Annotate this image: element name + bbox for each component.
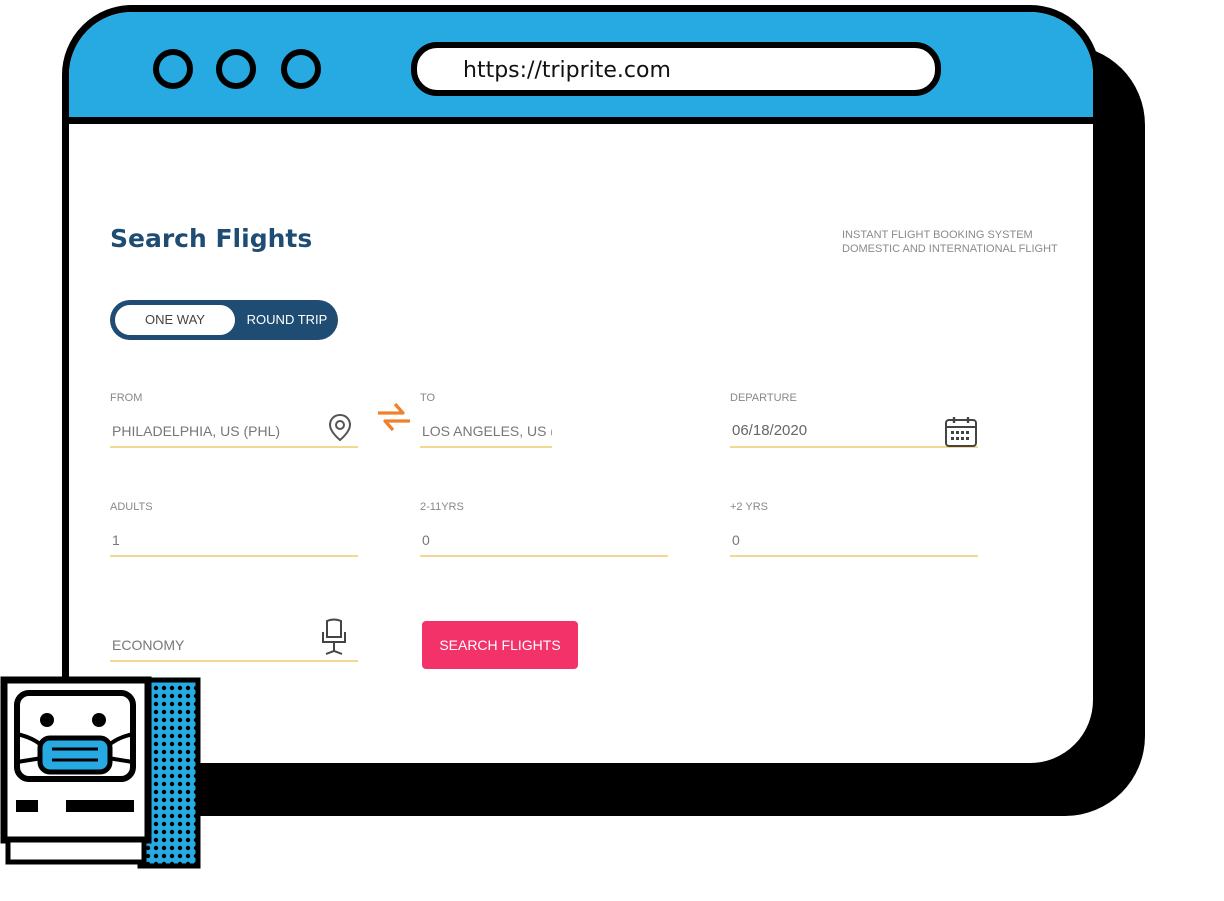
browser-titlebar: https://triprite.com — [69, 12, 1093, 124]
infants-label: +2 YRS — [730, 501, 769, 513]
address-bar-url: https://triprite.com — [463, 58, 671, 83]
departure-label: DEPARTURE — [730, 392, 797, 404]
departure-field[interactable]: 06/18/2020 — [730, 416, 978, 448]
masked-computer-mascot-icon — [0, 676, 201, 869]
children-field[interactable]: 0 — [420, 525, 668, 557]
trip-type-toggle: ONE WAY ROUND TRIP — [110, 300, 338, 340]
calendar-icon[interactable] — [944, 415, 978, 449]
page-title: Search Flights — [110, 224, 313, 253]
infants-value: 0 — [732, 532, 740, 548]
one-way-option[interactable]: ONE WAY — [115, 305, 235, 335]
window-control-maximize[interactable] — [281, 49, 321, 89]
to-value: LOS ANGELES, US ( — [422, 423, 552, 439]
cabin-class-value: ECONOMY — [112, 637, 185, 653]
departure-value: 06/18/2020 — [732, 422, 808, 439]
address-bar[interactable]: https://triprite.com — [411, 42, 941, 96]
adults-value: 1 — [112, 532, 120, 548]
window-control-close[interactable] — [153, 49, 193, 89]
adults-label: ADULTS — [110, 501, 153, 513]
swap-arrows-icon[interactable] — [375, 400, 413, 434]
search-flights-button[interactable]: SEARCH FLIGHTS — [422, 621, 578, 669]
from-label: FROM — [110, 392, 143, 404]
to-label: TO — [420, 392, 436, 404]
from-value: PHILADELPHIA, US (PHL) — [112, 423, 281, 439]
window-control-minimize[interactable] — [216, 49, 256, 89]
tagline-line-2: DOMESTIC AND INTERNATIONAL FLIGHT — [842, 243, 1058, 255]
tagline: INSTANT FLIGHT BOOKING SYSTEM DOMESTIC A… — [842, 228, 1058, 256]
cabin-class-field[interactable]: ECONOMY — [110, 618, 358, 662]
adults-field[interactable]: 1 — [110, 525, 358, 557]
from-field[interactable]: PHILADELPHIA, US (PHL) — [110, 413, 358, 448]
round-trip-option[interactable]: ROUND TRIP — [237, 305, 337, 335]
to-field[interactable]: LOS ANGELES, US ( — [420, 416, 552, 448]
children-value: 0 — [422, 532, 430, 548]
seat-icon — [322, 618, 346, 655]
infants-field[interactable]: 0 — [730, 525, 978, 557]
location-pin-icon — [328, 413, 352, 442]
tagline-line-1: INSTANT FLIGHT BOOKING SYSTEM — [842, 229, 1033, 241]
children-label: 2-11YRS — [420, 501, 464, 513]
